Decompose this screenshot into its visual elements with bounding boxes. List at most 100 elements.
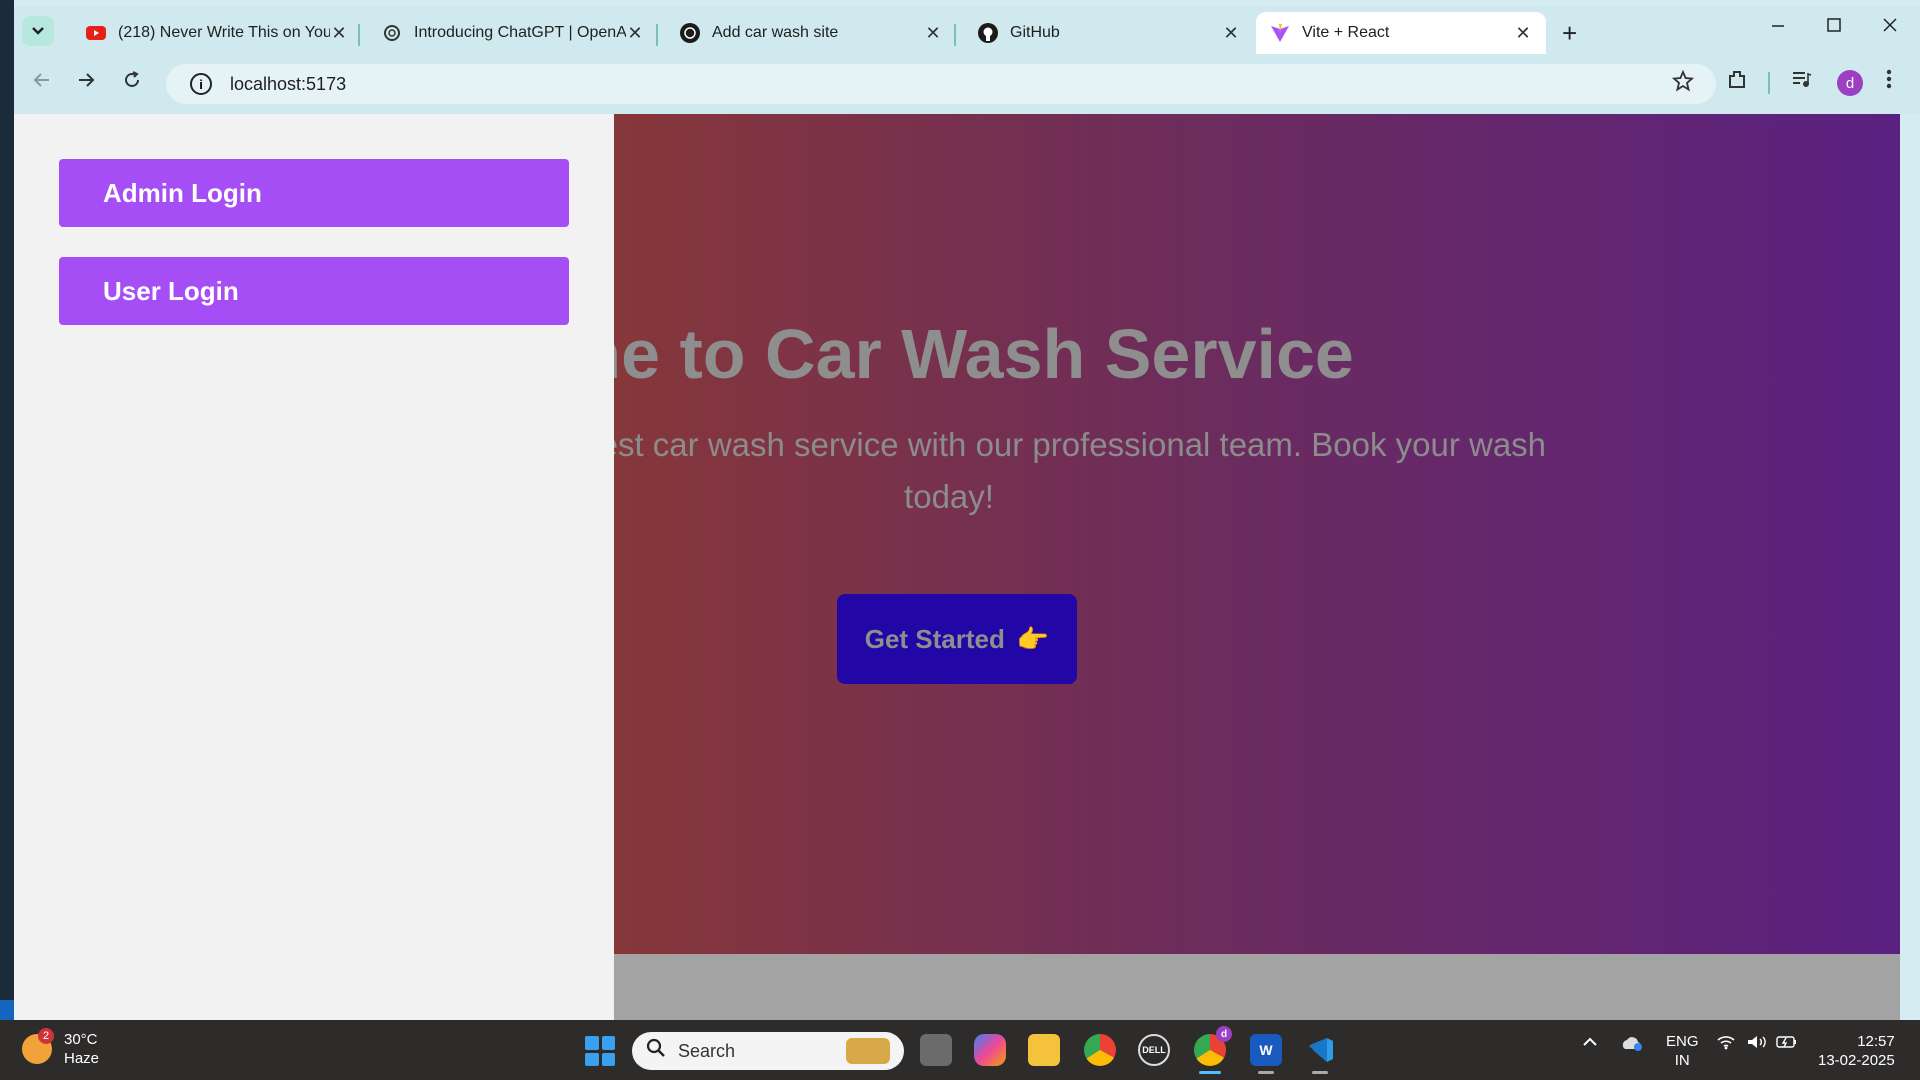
vscode-icon[interactable] xyxy=(1304,1034,1336,1074)
page-footer-band xyxy=(614,954,1900,1020)
tab-title: (218) Never Write This on Your I xyxy=(118,24,330,41)
page-viewport: Admin Login User Login Welcome to Car Wa… xyxy=(14,114,1900,1020)
hero-subtitle: Experience the best car wash service wit… xyxy=(614,426,1547,515)
volume-icon[interactable] xyxy=(1746,1034,1768,1055)
task-view-icon[interactable] xyxy=(920,1034,952,1066)
taskbar-search[interactable]: Search xyxy=(632,1032,904,1070)
windows-logo-tile xyxy=(601,1052,615,1066)
toolbar-divider xyxy=(1768,72,1770,94)
notification-badge: 2 xyxy=(38,1028,54,1044)
url-text: localhost:5173 xyxy=(230,73,347,94)
close-icon[interactable]: ✕ xyxy=(924,23,942,44)
admin-login-button[interactable]: Admin Login xyxy=(59,159,569,227)
profile-badge: d xyxy=(1216,1026,1232,1042)
extensions-icon[interactable] xyxy=(1726,68,1748,96)
language-indicator[interactable]: ENG IN xyxy=(1666,1032,1699,1070)
close-icon[interactable]: ✕ xyxy=(330,23,348,44)
hero-section: Welcome to Car Wash Service Experience t… xyxy=(614,114,1900,954)
edge-accent xyxy=(0,1000,14,1020)
more-menu-icon[interactable] xyxy=(1886,68,1892,96)
profile-avatar[interactable]: d xyxy=(1837,70,1863,96)
close-window-button[interactable] xyxy=(1870,16,1910,39)
minimize-icon xyxy=(1772,25,1784,27)
word-icon[interactable]: W xyxy=(1250,1034,1282,1074)
arrow-left-icon xyxy=(33,73,49,87)
maximize-icon xyxy=(1827,18,1841,32)
active-indicator xyxy=(1199,1071,1221,1074)
dell-icon[interactable]: DELL xyxy=(1138,1034,1170,1066)
site-info-icon[interactable]: i xyxy=(190,73,212,95)
browser-chrome: (218) Never Write This on Your I ✕ Intro… xyxy=(14,6,1920,114)
tab-strip: (218) Never Write This on Your I ✕ Intro… xyxy=(14,6,1920,54)
tab-divider xyxy=(358,24,360,46)
sidebar: Admin Login User Login xyxy=(14,114,614,1020)
left-window-edge xyxy=(0,0,14,1020)
browser-toolbar: i localhost:5173 d xyxy=(14,54,1920,114)
github-icon xyxy=(978,23,998,43)
arrow-right-icon xyxy=(79,73,95,87)
weather-desc: Haze xyxy=(64,1050,100,1067)
search-placeholder: Search xyxy=(678,1040,736,1061)
close-icon[interactable]: ✕ xyxy=(1514,23,1532,44)
minimize-button[interactable] xyxy=(1758,16,1798,39)
new-tab-button[interactable]: + xyxy=(1562,18,1577,49)
wifi-icon[interactable] xyxy=(1716,1034,1736,1055)
lang-code: ENG xyxy=(1666,1033,1699,1050)
close-icon[interactable]: ✕ xyxy=(626,23,644,44)
chatgpt-icon xyxy=(680,23,700,43)
onedrive-icon[interactable] xyxy=(1620,1034,1644,1057)
clock-time: 12:57 xyxy=(1857,1033,1895,1050)
bookmark-star-icon[interactable] xyxy=(1671,69,1695,99)
pointing-hand-icon: 👉 xyxy=(1016,623,1050,654)
openai-icon xyxy=(382,23,402,43)
weather-widget[interactable]: 2 30°C Haze xyxy=(22,1028,100,1068)
tab-github[interactable]: GitHub ✕ xyxy=(964,12,1254,54)
chevron-down-icon xyxy=(32,27,44,35)
copilot-icon[interactable] xyxy=(974,1034,1006,1066)
tab-youtube[interactable]: (218) Never Write This on Your I ✕ xyxy=(72,12,362,54)
vite-icon xyxy=(1270,23,1290,43)
windows-logo-tile xyxy=(585,1052,599,1066)
start-button[interactable] xyxy=(585,1036,615,1066)
reload-icon xyxy=(125,71,139,87)
chrome-profile-icon[interactable]: d xyxy=(1194,1026,1232,1074)
get-started-label: Get Started xyxy=(864,623,1005,654)
weather-icon: 2 xyxy=(22,1028,54,1064)
search-highlight-icon xyxy=(846,1038,890,1064)
tab-divider xyxy=(954,24,956,46)
file-explorer-icon[interactable] xyxy=(1028,1034,1060,1066)
youtube-icon xyxy=(86,23,106,43)
close-icon[interactable]: ✕ xyxy=(1222,23,1240,44)
tab-divider xyxy=(656,24,658,46)
get-started-button[interactable]: Get Started 👉 xyxy=(837,594,1077,684)
tab-title: Add car wash site xyxy=(712,24,839,41)
tab-title: Vite + React xyxy=(1302,24,1390,41)
tab-vite-react[interactable]: Vite + React ✕ xyxy=(1256,12,1546,54)
tab-search-dropdown[interactable] xyxy=(22,16,54,46)
media-controls-icon[interactable] xyxy=(1790,68,1812,96)
close-icon xyxy=(1883,18,1897,32)
system-clock[interactable]: 12:57 13-02-2025 xyxy=(1818,1032,1895,1070)
tab-title: GitHub xyxy=(1010,24,1060,41)
address-bar[interactable]: i localhost:5173 xyxy=(166,64,1716,104)
running-indicator xyxy=(1312,1071,1328,1074)
tab-chatgpt[interactable]: Add car wash site ✕ xyxy=(666,12,956,54)
clock-date: 13-02-2025 xyxy=(1818,1052,1895,1069)
windows-taskbar: 2 30°C Haze Search DELL d W ENG IN 12:57… xyxy=(0,1020,1920,1080)
windows-logo-tile xyxy=(601,1036,615,1050)
hero-title: Welcome to Car Wash Service xyxy=(614,315,1354,393)
reload-button[interactable] xyxy=(116,70,148,96)
windows-logo-tile xyxy=(585,1036,599,1050)
battery-icon[interactable] xyxy=(1776,1034,1798,1055)
forward-button[interactable] xyxy=(70,70,102,96)
tab-openai[interactable]: Introducing ChatGPT | OpenAI ✕ xyxy=(368,12,658,54)
back-button[interactable] xyxy=(26,70,58,96)
chrome-icon[interactable] xyxy=(1084,1034,1116,1066)
search-icon xyxy=(646,1038,666,1064)
hidden-icons-chevron[interactable] xyxy=(1582,1034,1598,1055)
running-indicator xyxy=(1258,1071,1274,1074)
maximize-button[interactable] xyxy=(1814,16,1854,39)
region-code: IN xyxy=(1674,1052,1690,1069)
user-login-button[interactable]: User Login xyxy=(59,257,569,325)
tab-title: Introducing ChatGPT | OpenAI xyxy=(414,24,626,41)
